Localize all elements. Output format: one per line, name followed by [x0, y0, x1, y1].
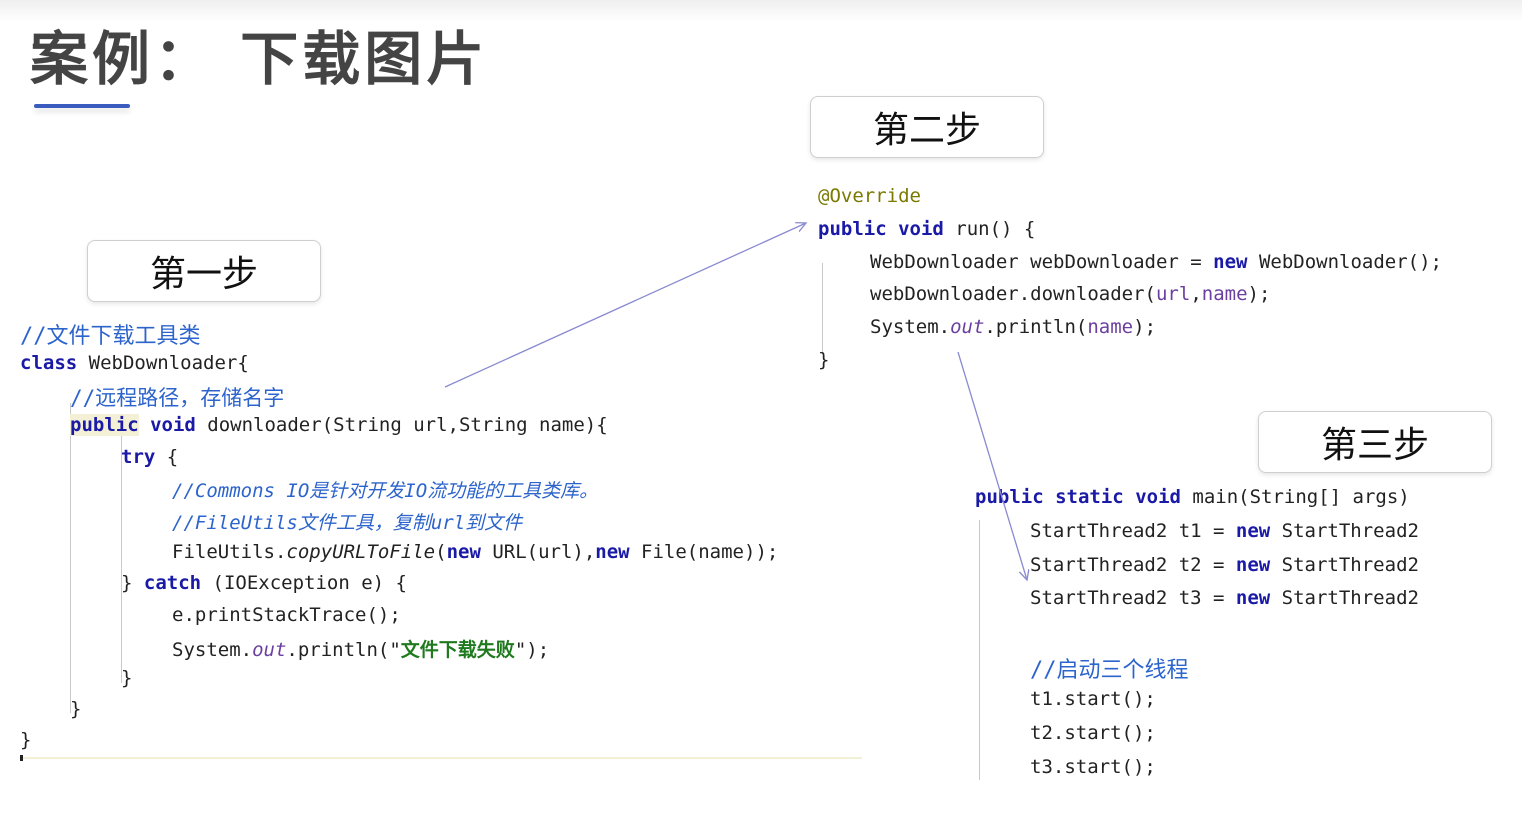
arrow-step1-to-step2 [444, 223, 806, 388]
flow-arrows [444, 0, 1522, 840]
arrow-step2-to-step3 [957, 351, 1027, 580]
